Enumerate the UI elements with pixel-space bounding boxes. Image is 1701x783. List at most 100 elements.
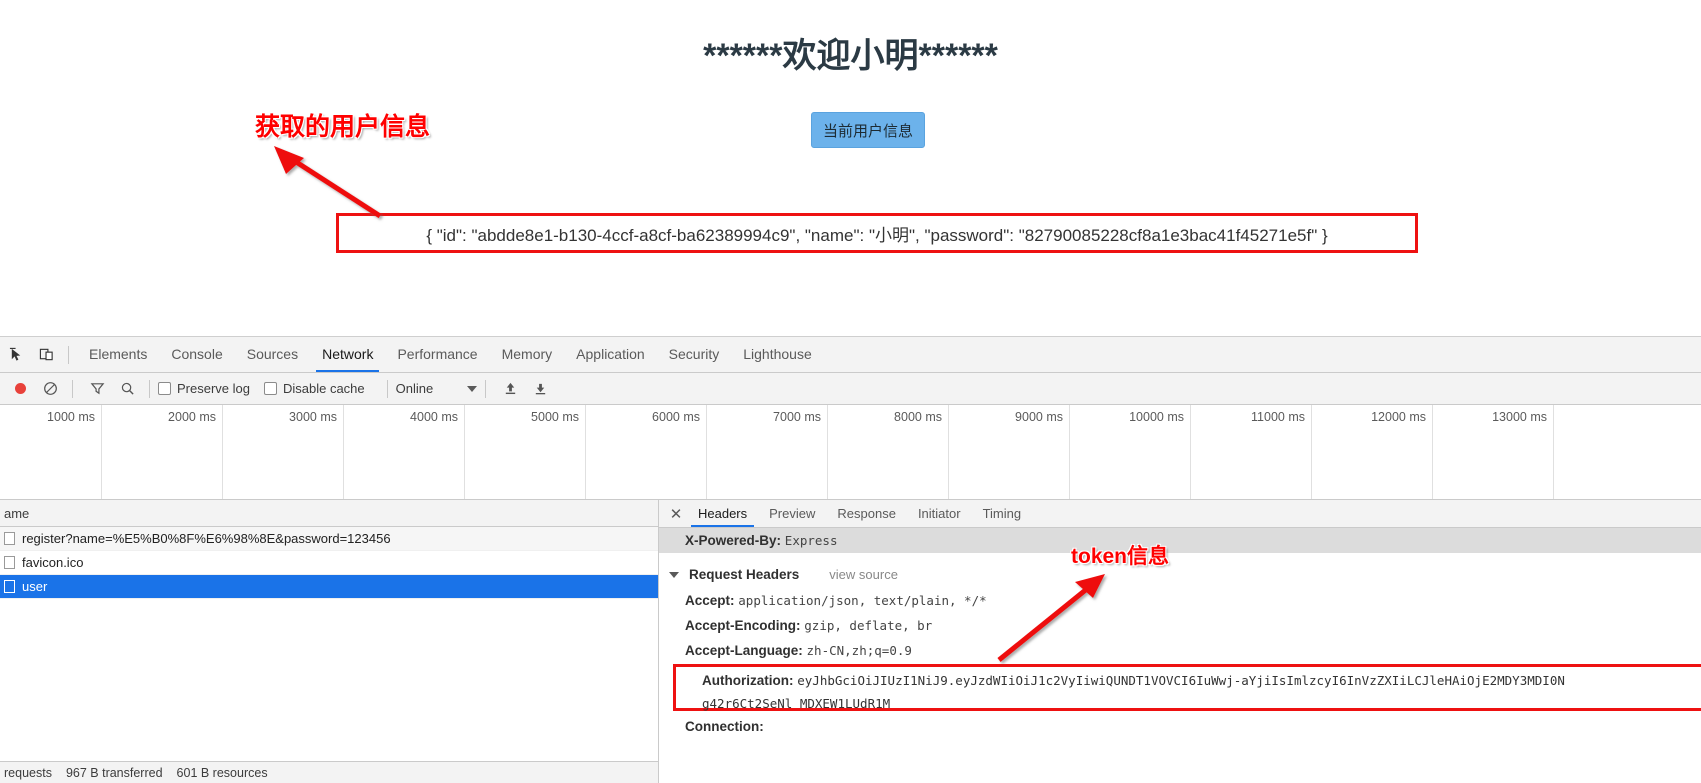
tab-headers[interactable]: Headers: [687, 500, 758, 527]
header-value: zh-CN,zh;q=0.9: [806, 643, 912, 658]
request-headers-section[interactable]: Request Headers view source: [659, 562, 1701, 588]
document-icon: [4, 532, 15, 545]
devtools-tabbar: Elements Console Sources Network Perform…: [0, 337, 1701, 373]
timeline-tick: 2000 ms: [102, 405, 223, 499]
tab-elements[interactable]: Elements: [77, 337, 159, 372]
tab-network[interactable]: Network: [310, 337, 385, 372]
timeline-tick-label: 12000 ms: [1371, 410, 1426, 424]
header-row-accept-encoding: Accept-Encoding: gzip, deflate, br: [659, 613, 1701, 638]
timeline-tick-label: 3000 ms: [289, 410, 337, 424]
tab-initiator[interactable]: Initiator: [907, 500, 972, 527]
tab-console[interactable]: Console: [159, 337, 234, 372]
user-info-json-text: { "id": "abdde8e1-b130-4ccf-a8cf-ba62389…: [426, 225, 1328, 245]
filter-divider-2: [149, 379, 150, 398]
disable-cache-label: Disable cache: [282, 381, 365, 396]
checkbox-box-preserve-log: [158, 382, 171, 395]
tab-application[interactable]: Application: [564, 337, 657, 372]
filter-icon: [90, 383, 104, 395]
devtools-panel: Elements Console Sources Network Perform…: [0, 336, 1701, 783]
throttling-value: Online: [395, 381, 434, 396]
header-value: gzip, deflate, br: [804, 618, 933, 633]
browser-page-viewport: ******欢迎小明****** 当前用户信息 { "id": "abdde8e…: [0, 0, 1701, 336]
status-resources: 601 B resources: [176, 765, 268, 780]
timeline-tick-label: 8000 ms: [894, 410, 942, 424]
inspect-element-icon[interactable]: [2, 341, 30, 369]
header-value-line2: g42r6Ct2SeNl MDXEW1LUdR1M: [702, 696, 891, 711]
header-value: application/json, text/plain, */*: [738, 593, 987, 608]
cursor-arrow-icon: [9, 347, 20, 361]
filter-divider-1: [72, 379, 73, 398]
device-toolbar-icon: [39, 348, 53, 361]
checkbox-box-disable-cache: [263, 382, 277, 395]
toolbar-divider: [68, 345, 69, 364]
tab-security[interactable]: Security: [657, 337, 732, 372]
header-name: Accept:: [685, 593, 735, 608]
page-title: ******欢迎小明******: [703, 37, 998, 75]
timeline-tick: 3000 ms: [223, 405, 344, 499]
export-har-button[interactable]: [526, 375, 554, 403]
preserve-log-checkbox[interactable]: Preserve log: [158, 381, 250, 396]
clear-icon: [43, 382, 57, 395]
header-row-accept: Accept: application/json, text/plain, */…: [659, 588, 1701, 613]
export-har-icon: [535, 383, 545, 395]
timeline-tick-label: 6000 ms: [652, 410, 700, 424]
filter-button[interactable]: [83, 375, 111, 403]
header-value-line1: eyJhbGciOiJIUzI1NiJ9.eyJzdWIiOiJ1c2VyIiw…: [797, 673, 1565, 688]
view-source-link[interactable]: view source: [829, 562, 898, 588]
timeline-tick-label: 5000 ms: [531, 410, 579, 424]
annotation-token-label: token信息: [1071, 545, 1170, 568]
chevron-down-icon: [467, 385, 478, 392]
request-name: favicon.ico: [22, 555, 84, 570]
timeline-tick-label: 7000 ms: [773, 410, 821, 424]
tab-memory[interactable]: Memory: [490, 337, 565, 372]
triangle-down-icon: [669, 572, 679, 578]
timeline-tick: 12000 ms: [1312, 405, 1433, 499]
network-timeline-overview[interactable]: 1000 ms 2000 ms 3000 ms 4000 ms 5000 ms …: [0, 405, 1701, 500]
request-list-column-header[interactable]: ame: [0, 500, 658, 527]
column-header-name: ame: [4, 505, 30, 521]
timeline-tick: 11000 ms: [1191, 405, 1312, 499]
request-name: register?name=%E5%B0%8F%E6%98%8E&passwor…: [22, 531, 391, 546]
authorization-highlight-box: Authorization: eyJhbGciOiJIUzI1NiJ9.eyJz…: [673, 664, 1701, 711]
disable-cache-checkbox[interactable]: Disable cache: [263, 381, 365, 396]
current-user-info-button[interactable]: 当前用户信息: [811, 112, 925, 148]
search-icon: [121, 382, 134, 395]
timeline-tick-label: 4000 ms: [410, 410, 458, 424]
request-detail-tabbar: ✕ Headers Preview Response Initiator Tim…: [659, 500, 1701, 528]
network-filter-toolbar: Preserve log Disable cache Online: [0, 373, 1701, 405]
throttling-select[interactable]: Online: [396, 381, 478, 396]
timeline-tick-label: 1000 ms: [47, 410, 95, 424]
request-headers-title: Request Headers: [689, 567, 800, 582]
filter-divider-3: [386, 379, 388, 398]
tab-lighthouse[interactable]: Lighthouse: [731, 337, 824, 372]
network-status-bar: requests 967 B transferred 601 B resourc…: [0, 761, 658, 783]
header-name: Accept-Encoding:: [685, 618, 801, 633]
clear-button[interactable]: [36, 375, 64, 403]
header-name: Connection:: [685, 719, 764, 734]
filter-divider-4: [485, 379, 487, 398]
timeline-tick-label: 9000 ms: [1015, 410, 1063, 424]
header-row-authorization: Authorization: eyJhbGciOiJIUzI1NiJ9.eyJz…: [676, 667, 1701, 692]
import-har-button[interactable]: [496, 375, 524, 403]
user-info-output-box: { "id": "abdde8e1-b130-4ccf-a8cf-ba62389…: [336, 213, 1418, 253]
toggle-device-toolbar-icon[interactable]: [32, 341, 60, 369]
record-button[interactable]: [6, 375, 34, 403]
annotation-user-info-label: 获取的用户信息: [255, 113, 431, 141]
timeline-tick: 7000 ms: [707, 405, 828, 499]
tab-sources[interactable]: Sources: [235, 337, 310, 372]
tab-preview[interactable]: Preview: [758, 500, 826, 527]
list-item[interactable]: register?name=%E5%B0%8F%E6%98%8E&passwor…: [0, 527, 658, 551]
tab-timing[interactable]: Timing: [972, 500, 1033, 527]
timeline-tick-label: 10000 ms: [1129, 410, 1184, 424]
status-requests: requests: [4, 765, 52, 780]
tab-response[interactable]: Response: [826, 500, 907, 527]
network-lower-panes: ame register?name=%E5%B0%8F%E6%98%8E&pas…: [0, 500, 1701, 783]
list-item[interactable]: user: [0, 575, 658, 599]
header-row-connection: Connection:: [659, 714, 764, 739]
search-button[interactable]: [113, 375, 141, 403]
tab-performance[interactable]: Performance: [385, 337, 489, 372]
timeline-tick: 13000 ms: [1433, 405, 1554, 499]
timeline-tick-label: 13000 ms: [1492, 410, 1547, 424]
list-item[interactable]: favicon.ico: [0, 551, 658, 575]
close-icon[interactable]: ✕: [665, 503, 687, 525]
